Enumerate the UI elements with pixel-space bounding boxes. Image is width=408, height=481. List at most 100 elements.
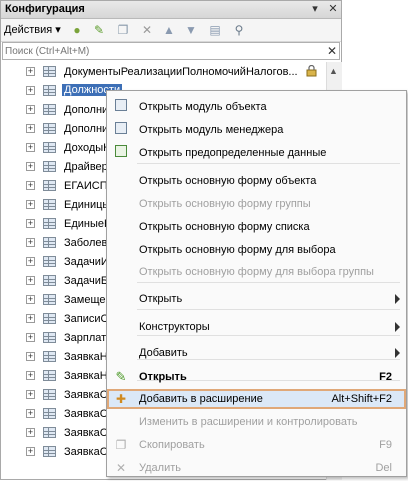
expand-icon[interactable]: + — [26, 200, 35, 209]
catalog-icon — [43, 85, 56, 96]
menu-item-label: Открыть основную форму для выбора группы — [139, 266, 374, 278]
expand-icon[interactable]: + — [26, 409, 35, 418]
expand-icon[interactable]: + — [26, 124, 35, 133]
tree-row-label: Зарплат — [64, 332, 107, 344]
tree-row-label: ЗаявкаС — [64, 427, 108, 439]
actions-menu-button[interactable]: Действия ▾ — [4, 23, 61, 36]
tree-row[interactable]: + ДокументыРеализацииПолномочийНалогов... — [1, 63, 325, 82]
context-menu: Открыть модуль объекта Открыть модуль мен… — [106, 90, 407, 477]
catalog-icon — [43, 123, 56, 134]
tree-row-label: ДокументыРеализацииПолномочийНалогов... — [64, 66, 298, 78]
close-icon[interactable]: ✕ — [325, 1, 341, 17]
expand-icon[interactable]: + — [26, 276, 35, 285]
submenu-arrow-icon — [395, 294, 400, 304]
tree-row-label: ЕГАИСП — [64, 180, 108, 192]
menu-item-copy-item[interactable]: ❐ Скопировать F9 — [107, 435, 406, 455]
tree-row-label: ЗаявкаС — [64, 446, 108, 458]
expand-icon[interactable]: + — [26, 390, 35, 399]
menu-item-label: Открыть — [139, 371, 187, 383]
catalog-icon — [43, 332, 56, 343]
support-lock-icon — [306, 64, 318, 77]
catalog-icon — [43, 180, 56, 191]
copy-icon[interactable]: ❐ — [115, 22, 131, 38]
expand-icon[interactable]: + — [26, 162, 35, 171]
tree-row-label: ЗадачиИ — [64, 256, 109, 268]
menu-item-open-manager-module[interactable]: Открыть модуль менеджера — [107, 120, 406, 140]
catalog-icon — [43, 104, 56, 115]
expand-icon[interactable]: + — [26, 238, 35, 247]
menu-item-open-predefined-data[interactable]: Открыть предопределенные данные — [107, 143, 406, 163]
menu-item-label: Удалить — [139, 462, 181, 474]
menu-item-label: Добавить в расширение — [139, 393, 263, 405]
move-down-icon[interactable]: ▼ — [183, 22, 199, 38]
expand-icon[interactable]: + — [26, 143, 35, 152]
expand-icon[interactable]: + — [26, 257, 35, 266]
predefined-data-icon — [113, 145, 129, 161]
expand-icon[interactable]: + — [26, 181, 35, 190]
tree-row-label: ЗаявкаС — [64, 389, 108, 401]
menu-dropdown-icon[interactable]: ▾ — [307, 1, 323, 17]
catalog-icon — [43, 370, 56, 381]
expand-icon[interactable]: + — [26, 428, 35, 437]
menu-item-open-group-choice-form[interactable]: Открыть основную форму для выбора группы — [107, 262, 406, 282]
menu-item-label: Конструкторы — [139, 321, 210, 333]
expand-icon[interactable]: + — [26, 371, 35, 380]
catalog-icon — [43, 256, 56, 267]
expand-icon[interactable]: + — [26, 86, 35, 95]
move-up-icon[interactable]: ▲ — [161, 22, 177, 38]
menu-item-label: Открыть модуль менеджера — [139, 124, 284, 136]
catalog-icon — [43, 199, 56, 210]
catalog-icon — [43, 351, 56, 362]
menu-item-label: Открыть основную форму списка — [139, 221, 310, 233]
menu-item-open-list-form[interactable]: Открыть основную форму списка — [107, 217, 406, 237]
clear-search-icon[interactable]: ✕ — [327, 43, 337, 59]
search-input[interactable] — [5, 44, 305, 58]
add-icon[interactable]: ● — [69, 22, 85, 38]
menu-item-label: Открыть модуль объекта — [139, 101, 267, 113]
tree-row-label: ЗаявкаС — [64, 408, 108, 420]
catalog-icon — [43, 237, 56, 248]
menu-item-open-object-module[interactable]: Открыть модуль объекта — [107, 97, 406, 117]
search-box[interactable]: ✕ — [2, 42, 340, 60]
menu-item-add-submenu[interactable]: Добавить — [107, 343, 406, 363]
tree-row-label: Замеще — [64, 294, 106, 306]
properties-icon[interactable]: ▤ — [207, 22, 223, 38]
menu-item-constructors-submenu[interactable]: Конструкторы — [107, 317, 406, 337]
expand-icon[interactable]: + — [26, 333, 35, 342]
menu-item-shortcut: Alt+Shift+F2 — [331, 393, 392, 405]
expand-icon[interactable]: + — [26, 314, 35, 323]
expand-icon[interactable]: + — [26, 105, 35, 114]
menu-item-open-choice-form[interactable]: Открыть основную форму для выбора — [107, 240, 406, 260]
tree-row-label: Единиць — [64, 199, 109, 211]
expand-icon[interactable]: + — [26, 67, 35, 76]
menu-item-label: Добавить — [139, 347, 188, 359]
menu-item-modify-in-extension[interactable]: Изменить в расширении и контролировать — [107, 412, 406, 432]
tree-row-label: ЗадачиБ — [64, 275, 109, 287]
menu-item-open-item[interactable]: ✎ Открыть F2 — [107, 367, 406, 387]
tree-row-label: Дополни — [64, 104, 109, 116]
catalog-icon — [43, 161, 56, 172]
menu-item-open-object-form[interactable]: Открыть основную форму объекта — [107, 171, 406, 191]
edit-icon[interactable]: ✎ — [91, 22, 107, 38]
menu-item-add-to-extension[interactable]: ✚ Добавить в расширение Alt+Shift+F2 — [107, 389, 406, 409]
expand-icon[interactable]: + — [26, 219, 35, 228]
menu-item-label: Открыть основную форму группы — [139, 198, 311, 210]
title-bar: Конфигурация ▾ ✕ — [1, 1, 341, 19]
menu-item-label: Открыть — [139, 293, 183, 305]
catalog-icon — [43, 294, 56, 305]
expand-icon[interactable]: + — [26, 295, 35, 304]
menu-item-delete-item[interactable]: ✕ Удалить Del — [107, 458, 406, 478]
catalog-icon — [43, 66, 56, 77]
filter-icon[interactable]: ⚲ — [231, 22, 247, 38]
window-title: Конфигурация — [5, 3, 85, 15]
menu-separator — [137, 309, 400, 310]
menu-item-label: Изменить в расширении и контролировать — [139, 416, 358, 428]
add-to-extension-icon: ✚ — [115, 392, 127, 406]
scroll-up-icon[interactable]: ▲ — [329, 66, 338, 76]
expand-icon[interactable]: + — [26, 352, 35, 361]
menu-separator — [137, 282, 400, 283]
delete-icon[interactable]: ✕ — [139, 22, 155, 38]
menu-item-open-submenu[interactable]: Открыть — [107, 289, 406, 309]
expand-icon[interactable]: + — [26, 447, 35, 456]
menu-item-open-group-form[interactable]: Открыть основную форму группы — [107, 194, 406, 214]
